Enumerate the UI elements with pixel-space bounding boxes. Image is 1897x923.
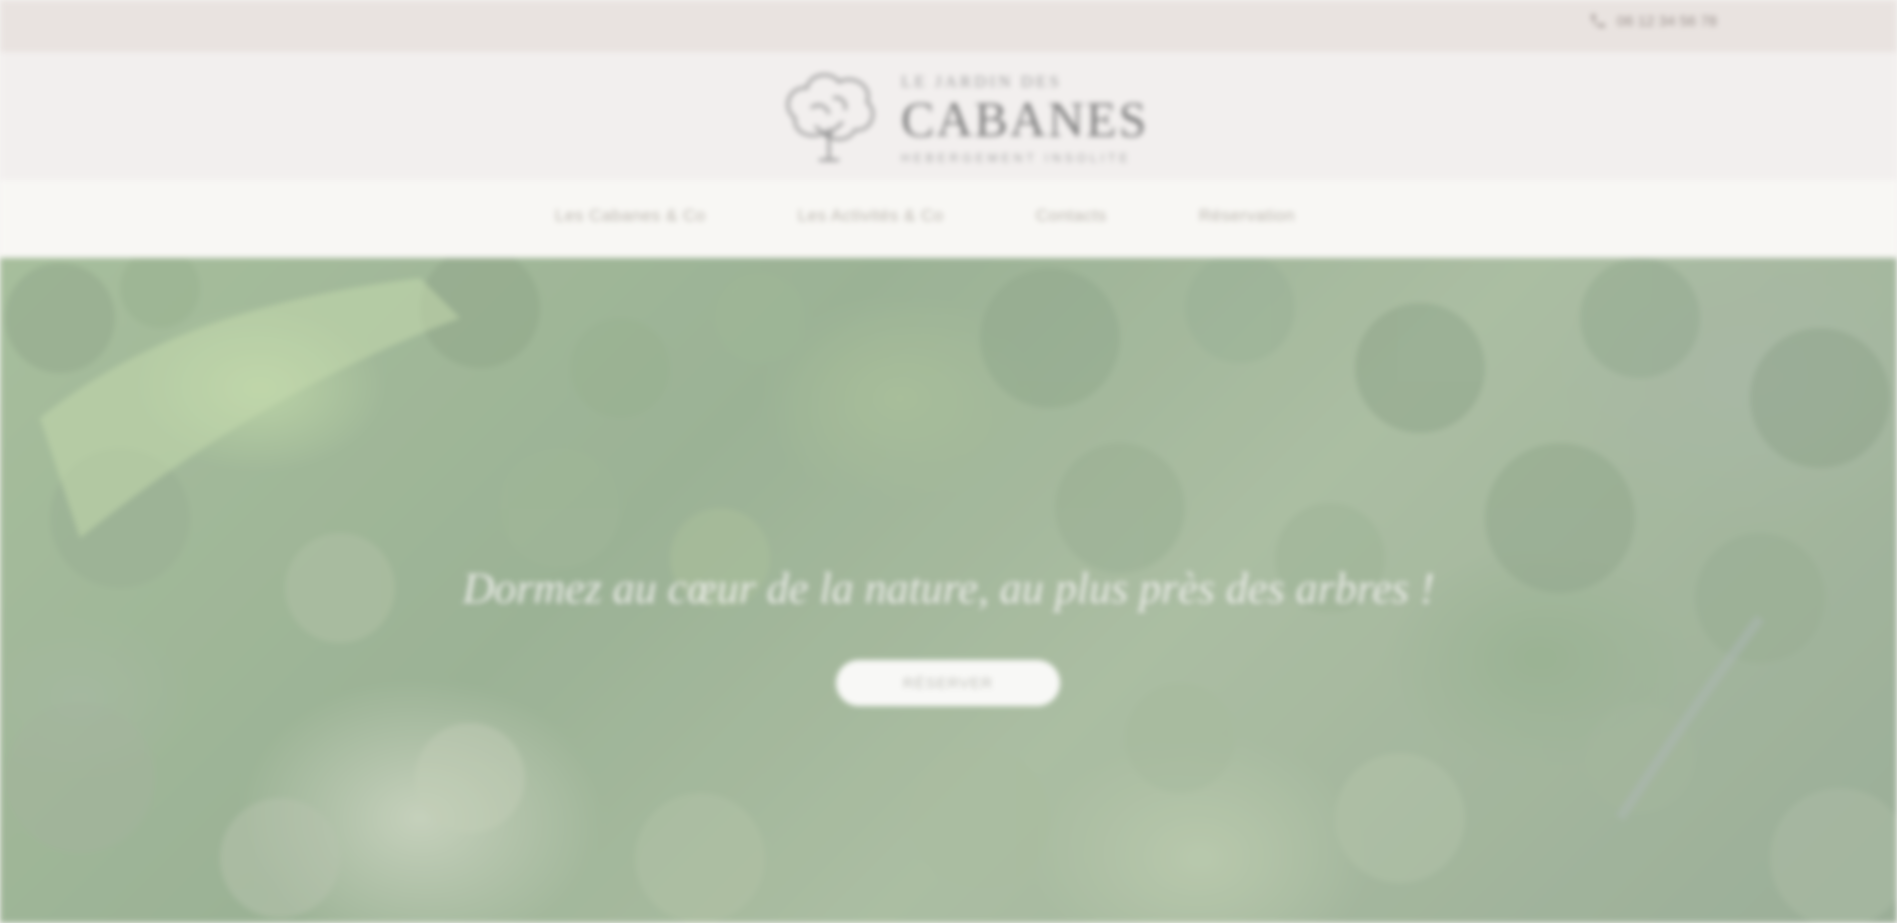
hero-tagline: Dormez au cœur de la nature, au plus prè… xyxy=(462,564,1435,613)
site-logo[interactable]: LE JARDIN DES CABANES HEBERGEMENT INSOLI… xyxy=(775,62,1146,174)
reserve-button[interactable]: RÉSERVER xyxy=(836,660,1060,706)
phone-icon xyxy=(1591,14,1605,28)
nav-item-activites[interactable]: Les Activités & Co xyxy=(798,206,944,226)
main-navigation: Les Cabanes & Co Les Activités & Co Cont… xyxy=(0,180,1897,258)
logo-line-2: CABANES xyxy=(901,90,1149,147)
logo-line-3: HEBERGEMENT INSOLITE xyxy=(901,150,1132,165)
logo-line-1: LE JARDIN DES xyxy=(901,71,1062,91)
nav-items: Les Cabanes & Co Les Activités & Co Cont… xyxy=(555,206,1295,226)
hero-section: Dormez au cœur de la nature, au plus prè… xyxy=(0,258,1897,923)
phone-number: 06 12 34 56 78 xyxy=(1616,12,1717,30)
nav-item-contacts[interactable]: Contacts xyxy=(1036,206,1107,226)
page: 06 12 34 56 78 LE JARDIN DES CABANES HEB xyxy=(0,0,1897,923)
tree-logo-icon xyxy=(786,73,874,162)
phone-contact[interactable]: 06 12 34 56 78 xyxy=(1589,12,1717,30)
site-header: LE JARDIN DES CABANES HEBERGEMENT INSOLI… xyxy=(0,52,1897,180)
logo-text: LE JARDIN DES CABANES HEBERGEMENT INSOLI… xyxy=(901,73,1148,164)
nav-item-reservation[interactable]: Réservation xyxy=(1199,206,1295,226)
top-utility-bar: 06 12 34 56 78 xyxy=(0,0,1897,52)
nav-item-cabanes[interactable]: Les Cabanes & Co xyxy=(555,206,706,226)
